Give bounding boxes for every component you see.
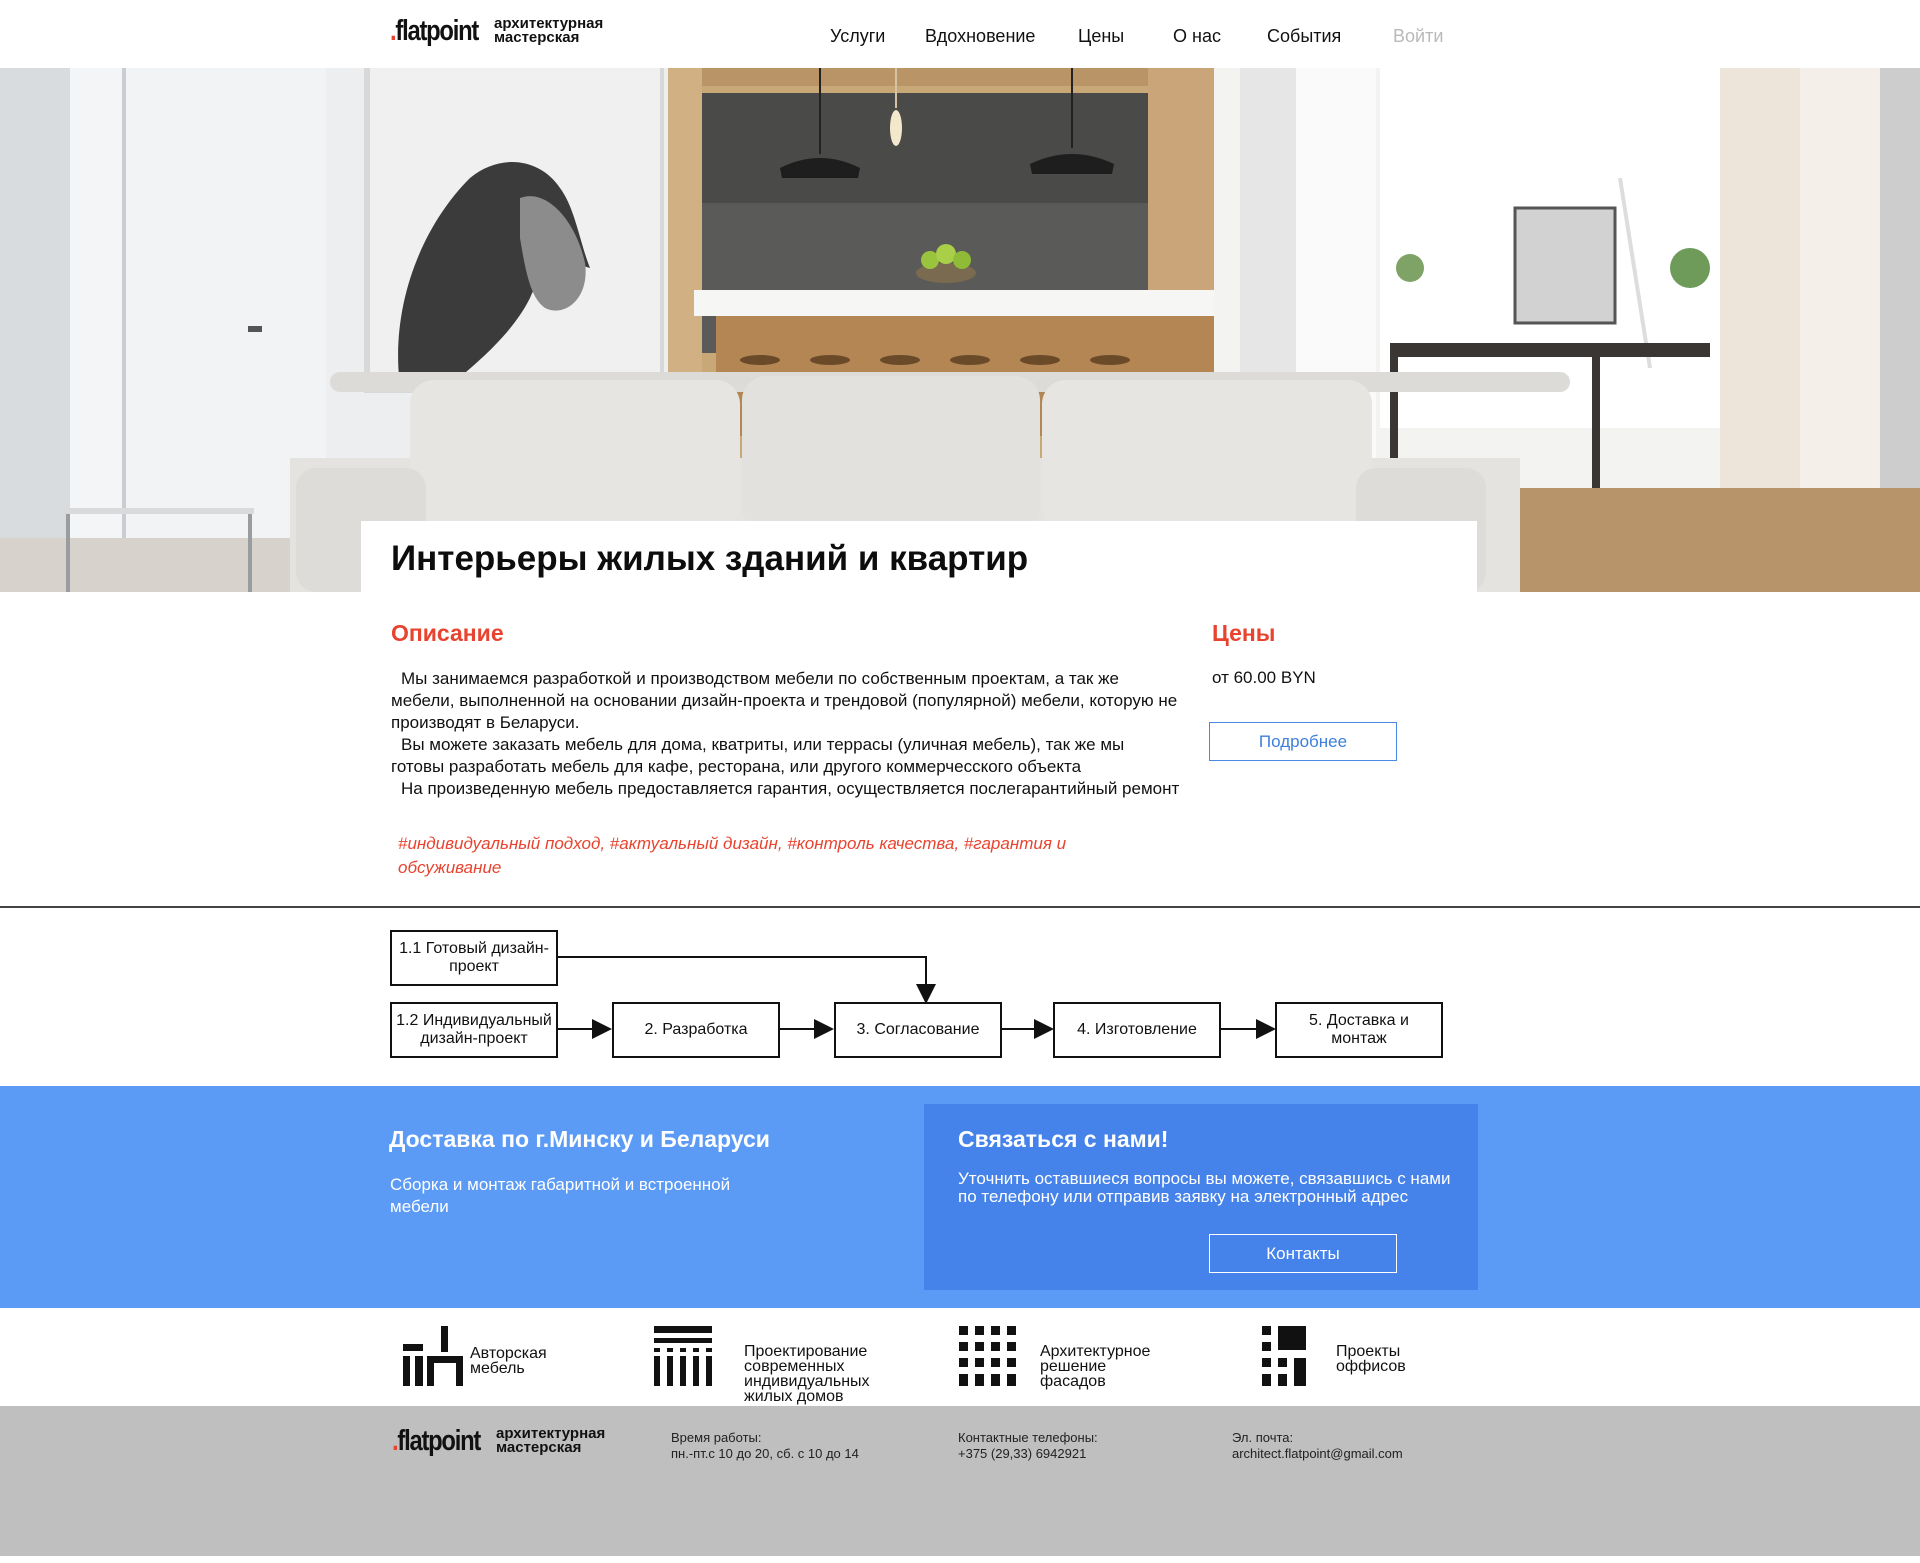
logo-subtitle: архитектурная мастерская <box>496 1425 606 1456</box>
hero-image <box>0 68 1920 592</box>
office-icon <box>1262 1326 1306 1386</box>
logo-mark: .flatpoint <box>392 1425 481 1457</box>
flow-step-development: 2. Разработка <box>612 1002 780 1058</box>
flow-arrows <box>558 956 1276 1039</box>
nav-item-about[interactable]: О нас <box>1173 26 1221 47</box>
contacts-button[interactable]: Контакты <box>1209 1234 1397 1273</box>
interior-illustration <box>0 68 1920 592</box>
contact-text: Уточнить оставшиеся вопросы вы можете, с… <box>958 1169 1451 1206</box>
service-houses[interactable]: Проектирование современных индивидуальных ж… <box>634 1326 870 1405</box>
flow-step-manufacturing: 4. Изготовление <box>1053 1002 1221 1058</box>
service-furniture[interactable]: Авторская мебель <box>390 1326 547 1386</box>
hashtags: #индивидуальный подход, #актуальный диза… <box>398 834 1067 877</box>
houses-design-icon <box>654 1326 712 1386</box>
nav-item-events[interactable]: События <box>1267 26 1341 47</box>
service-label: Проектирование современных индивидуальных ж… <box>744 1343 870 1405</box>
services-strip: Авторская мебель Проектирование современны… <box>0 1308 1920 1406</box>
flow-step-individual-project: 1.2 Индивидуальный дизайн-проект <box>390 1002 558 1058</box>
description-heading: Описание <box>391 620 504 646</box>
contact-title: Связаться с нами! <box>958 1126 1169 1152</box>
service-label: Авторская мебель <box>470 1345 547 1377</box>
logo-mark: .flatpoint <box>390 15 479 47</box>
footer-phones: Контактные телефоны: +375 (29,33) 694292… <box>958 1430 1098 1462</box>
facade-icon <box>959 1326 1016 1386</box>
logo[interactable]: .flatpoint архитектурная мастерская <box>390 14 603 48</box>
description-text: Мы занимаемся разработкой и производство… <box>391 668 1181 800</box>
furniture-icon <box>403 1326 463 1386</box>
site-header: .flatpoint архитектурная мастерская Услу… <box>0 0 1920 68</box>
hero-title-box: Интерьеры жилых зданий и квартир <box>361 521 1477 592</box>
service-label: Архитектурное решение фасадов <box>1040 1343 1151 1390</box>
contact-box: Связаться с нами! Уточнить оставшиеся во… <box>924 1104 1478 1290</box>
description-paragraph: На произведенную мебель предоставляется … <box>401 779 1180 798</box>
description-paragraph: Вы можете заказать мебель для дома, кват… <box>391 735 1125 776</box>
email-link[interactable]: architect.flatpoint@gmail.com <box>1232 1446 1403 1462</box>
login-link[interactable]: Войти <box>1393 26 1443 47</box>
description-paragraph: Мы занимаемся разработкой и производство… <box>391 669 1178 732</box>
flow-step-delivery: 5. Доставка и монтаж <box>1275 1002 1443 1058</box>
delivery-text: Сборка и монтаж габаритной и встроенной … <box>390 1175 731 1216</box>
more-button[interactable]: Подробнее <box>1209 722 1397 761</box>
page-title: Интерьеры жилых зданий и квартир <box>391 539 1029 578</box>
site-footer: .flatpoint архитектурная мастерская Врем… <box>0 1406 1920 1556</box>
service-label: Проекты оффисов <box>1336 1343 1406 1375</box>
footer-email: Эл. почта: architect.flatpoint@gmail.com <box>1232 1430 1403 1462</box>
delivery-contact-band: Доставка по г.Минску и Беларуси Сборка и… <box>0 1086 1920 1308</box>
service-offices[interactable]: Проекты оффисов <box>1248 1326 1406 1386</box>
delivery-title: Доставка по г.Минску и Беларуси <box>389 1126 770 1152</box>
process-flow: 1.1 Готовый дизайн-проект 1.2 Индивидуал… <box>0 908 1920 1086</box>
nav-item-inspiration[interactable]: Вдохновение <box>925 26 1035 47</box>
footer-hours: Время работы: пн.-пт.с 10 до 20, сб. с 1… <box>671 1430 859 1461</box>
nav-item-services[interactable]: Услуги <box>830 26 885 47</box>
flow-step-approval: 3. Согласование <box>834 1002 1002 1058</box>
price-value: от 60.00 BYN <box>1212 668 1316 687</box>
prices-heading: Цены <box>1212 620 1276 646</box>
nav-item-prices[interactable]: Цены <box>1078 26 1124 47</box>
logo-subtitle: архитектурная мастерская <box>494 15 604 46</box>
phone-link[interactable]: +375 (29,33) 6942921 <box>958 1446 1098 1462</box>
footer-logo[interactable]: .flatpoint архитектурная мастерская <box>392 1424 605 1458</box>
service-facades[interactable]: Архитектурное решение фасадов <box>938 1326 1151 1390</box>
flow-step-ready-project: 1.1 Готовый дизайн-проект <box>390 930 558 986</box>
